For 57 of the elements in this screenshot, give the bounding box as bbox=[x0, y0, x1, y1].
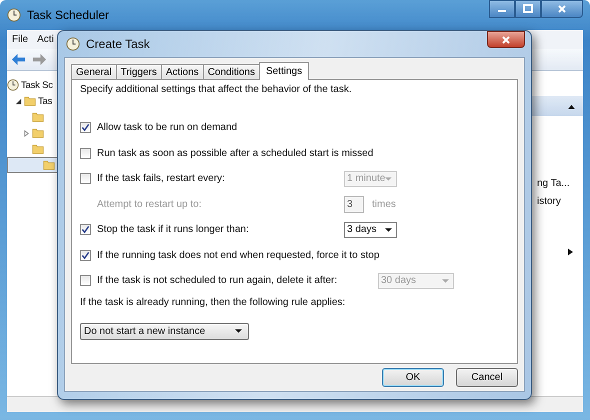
folder-icon bbox=[43, 159, 55, 171]
checkbox[interactable] bbox=[80, 122, 91, 134]
option-label: If the running task does not end when requested, force it to stop bbox=[97, 250, 380, 261]
tab[interactable]: Actions bbox=[160, 64, 204, 79]
dialog-title: Create Task bbox=[86, 37, 150, 51]
option-label: If the task fails, restart every: bbox=[97, 173, 226, 184]
cancel-button[interactable]: Cancel bbox=[456, 368, 518, 387]
clock-icon bbox=[66, 37, 80, 51]
checkbox[interactable] bbox=[80, 148, 91, 159]
option-label: Attempt to restart up to: bbox=[96, 198, 202, 210]
tab[interactable]: Conditions bbox=[202, 64, 260, 79]
close-icon bbox=[501, 34, 511, 44]
folder-icon bbox=[32, 111, 44, 123]
folder-icon bbox=[32, 143, 44, 155]
menu-item[interactable]: File bbox=[12, 34, 28, 45]
forward-arrow-icon[interactable] bbox=[32, 52, 47, 67]
tree-label: Tas bbox=[38, 96, 52, 106]
close-button[interactable] bbox=[541, 0, 583, 18]
caret-icon bbox=[442, 278, 449, 283]
folder-icon bbox=[32, 127, 44, 139]
option-label: If the task is not scheduled to run again, delete it after: bbox=[97, 275, 338, 286]
checkbox[interactable] bbox=[80, 173, 91, 184]
clock-icon bbox=[7, 8, 21, 22]
caret-icon bbox=[385, 228, 392, 232]
submenu-arrow-icon[interactable] bbox=[568, 248, 573, 256]
option-label: Stop the task if it runs longer than: bbox=[97, 224, 250, 236]
tab[interactable]: Settings bbox=[258, 62, 310, 80]
caret-icon bbox=[235, 329, 242, 333]
minimize-button[interactable] bbox=[489, 0, 515, 18]
maximize-icon bbox=[523, 4, 533, 14]
unit-label: times bbox=[372, 198, 396, 210]
tree-item[interactable] bbox=[7, 157, 60, 173]
expanded-triangle-icon[interactable] bbox=[15, 98, 22, 104]
description-text: Specify additional settings that affect the behavior of the task. bbox=[80, 84, 353, 95]
back-arrow-icon[interactable] bbox=[11, 52, 26, 67]
checkbox[interactable] bbox=[80, 250, 91, 261]
checkbox[interactable] bbox=[80, 275, 91, 286]
window-title: Task Scheduler bbox=[27, 8, 110, 22]
checkbox[interactable] bbox=[80, 224, 91, 236]
close-icon bbox=[557, 4, 567, 14]
rule-label: If the task is already running, then the following rule applies: bbox=[80, 296, 346, 308]
close-button[interactable] bbox=[487, 31, 525, 48]
option-label: Allow task to be run on demand bbox=[97, 122, 238, 134]
menu-item[interactable]: Acti bbox=[37, 34, 54, 45]
clock-icon bbox=[7, 79, 19, 91]
tab[interactable]: Triggers bbox=[116, 64, 162, 79]
tab[interactable]: General bbox=[71, 64, 117, 79]
dropdown[interactable]: Do not start a new instance bbox=[80, 322, 249, 340]
collapse-triangle-icon[interactable] bbox=[568, 104, 575, 108]
collapsed-triangle-icon[interactable] bbox=[23, 130, 30, 136]
dropdown[interactable]: 3 days bbox=[344, 222, 397, 238]
ok-button[interactable]: OK bbox=[382, 368, 444, 387]
folder-icon bbox=[24, 95, 36, 107]
caret-icon bbox=[385, 176, 392, 181]
maximize-button[interactable] bbox=[515, 0, 541, 18]
option-label: Run task as soon as possible after a scheduled start is missed bbox=[97, 148, 374, 159]
tree-label: Task Sc bbox=[21, 80, 53, 90]
